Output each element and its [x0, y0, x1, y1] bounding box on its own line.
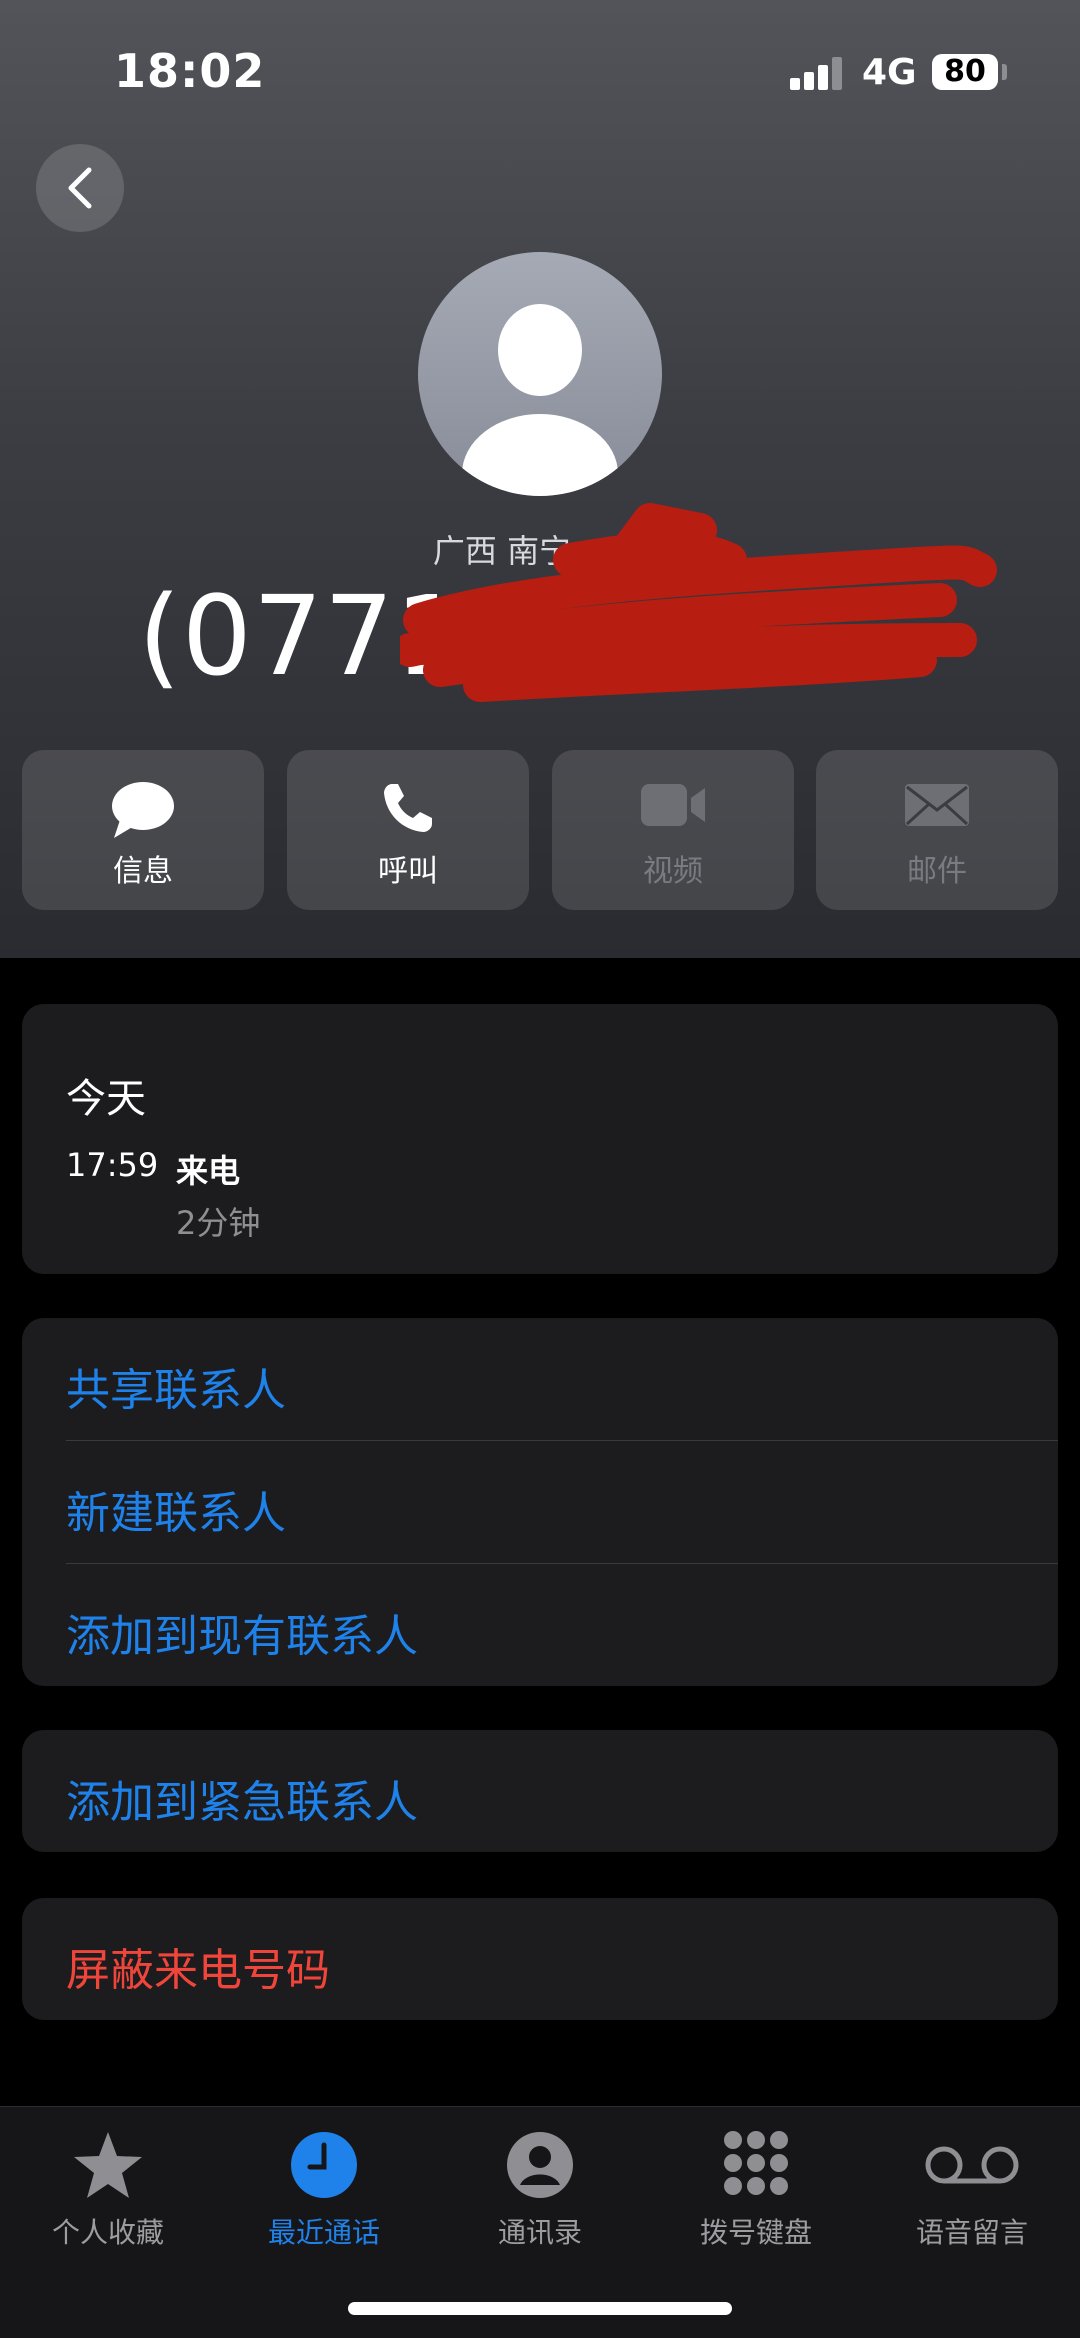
contacts-icon	[507, 2132, 573, 2198]
contact-header: 18:02 4G 80 广西 南宁 (0771) 信息 呼叫 视频 邮件	[0, 0, 1080, 958]
mail-button[interactable]: 邮件	[816, 750, 1058, 910]
tab-keypad-label: 拨号键盘	[699, 2216, 812, 2249]
voicemail-icon	[925, 2146, 1019, 2184]
redaction-scribble	[400, 503, 997, 702]
video-icon	[641, 784, 705, 826]
tab-contacts[interactable]: 通讯录	[432, 2107, 648, 2307]
new-contact-option[interactable]: 新建联系人	[66, 1441, 1058, 1564]
action-buttons: 信息 呼叫 视频 邮件	[22, 750, 1058, 910]
avatar	[418, 252, 662, 496]
message-button[interactable]: 信息	[22, 750, 264, 910]
share-contact-option[interactable]: 共享联系人	[66, 1318, 1058, 1441]
block-caller-label: 屏蔽来电号码	[66, 1945, 330, 1996]
status-time: 18:02	[114, 44, 266, 98]
add-existing-contact-option[interactable]: 添加到现有联系人	[66, 1564, 1058, 1686]
phone-icon	[384, 784, 432, 832]
keypad-icon	[724, 2131, 788, 2195]
video-label: 视频	[643, 854, 703, 889]
mail-label: 邮件	[907, 854, 967, 889]
signal-icon	[790, 56, 846, 90]
tab-contacts-label: 通讯录	[497, 2216, 582, 2249]
chevron-left-icon	[68, 167, 92, 209]
tab-recents-label: 最近通话	[267, 2216, 380, 2249]
call-type: 来电	[176, 1152, 241, 1190]
share-contact-label: 共享联系人	[66, 1365, 286, 1416]
tab-favorites-label: 个人收藏	[51, 2216, 164, 2249]
home-indicator[interactable]	[348, 2302, 732, 2315]
status-bar: 18:02 4G 80	[0, 0, 1080, 140]
star-icon	[74, 2132, 142, 2198]
battery-tip	[1002, 64, 1007, 80]
tab-favorites[interactable]: 个人收藏	[0, 2107, 216, 2307]
add-emergency-contact-option[interactable]: 添加到紧急联系人	[66, 1730, 1058, 1852]
tab-recents[interactable]: 最近通话	[216, 2107, 432, 2307]
new-contact-label: 新建联系人	[66, 1488, 286, 1539]
tab-voicemail[interactable]: 语音留言	[864, 2107, 1080, 2307]
video-button[interactable]: 视频	[552, 750, 794, 910]
emergency-contact-card: 添加到紧急联系人	[22, 1730, 1058, 1852]
battery-icon: 80	[932, 54, 998, 90]
block-caller-card: 屏蔽来电号码	[22, 1898, 1058, 2020]
tab-keypad[interactable]: 拨号键盘	[648, 2107, 864, 2307]
network-type: 4G	[862, 52, 917, 93]
back-button[interactable]	[36, 144, 124, 232]
contact-options-card: 共享联系人 新建联系人 添加到现有联系人	[22, 1318, 1058, 1686]
message-label: 信息	[113, 854, 173, 889]
call-duration: 2分钟	[176, 1204, 261, 1242]
call-button[interactable]: 呼叫	[287, 750, 529, 910]
message-icon	[112, 782, 174, 838]
add-existing-contact-label: 添加到现有联系人	[66, 1611, 418, 1662]
mail-icon	[905, 784, 969, 826]
call-label: 呼叫	[378, 854, 438, 889]
call-time: 17:59	[66, 1146, 159, 1184]
clock-icon	[291, 2132, 357, 2198]
recent-calls-card: 今天 17:59 来电 2分钟	[22, 1004, 1058, 1274]
tab-voicemail-label: 语音留言	[915, 2216, 1028, 2249]
call-day: 今天	[66, 1076, 146, 1122]
add-emergency-contact-label: 添加到紧急联系人	[66, 1777, 418, 1828]
block-caller-option[interactable]: 屏蔽来电号码	[66, 1898, 1058, 2020]
